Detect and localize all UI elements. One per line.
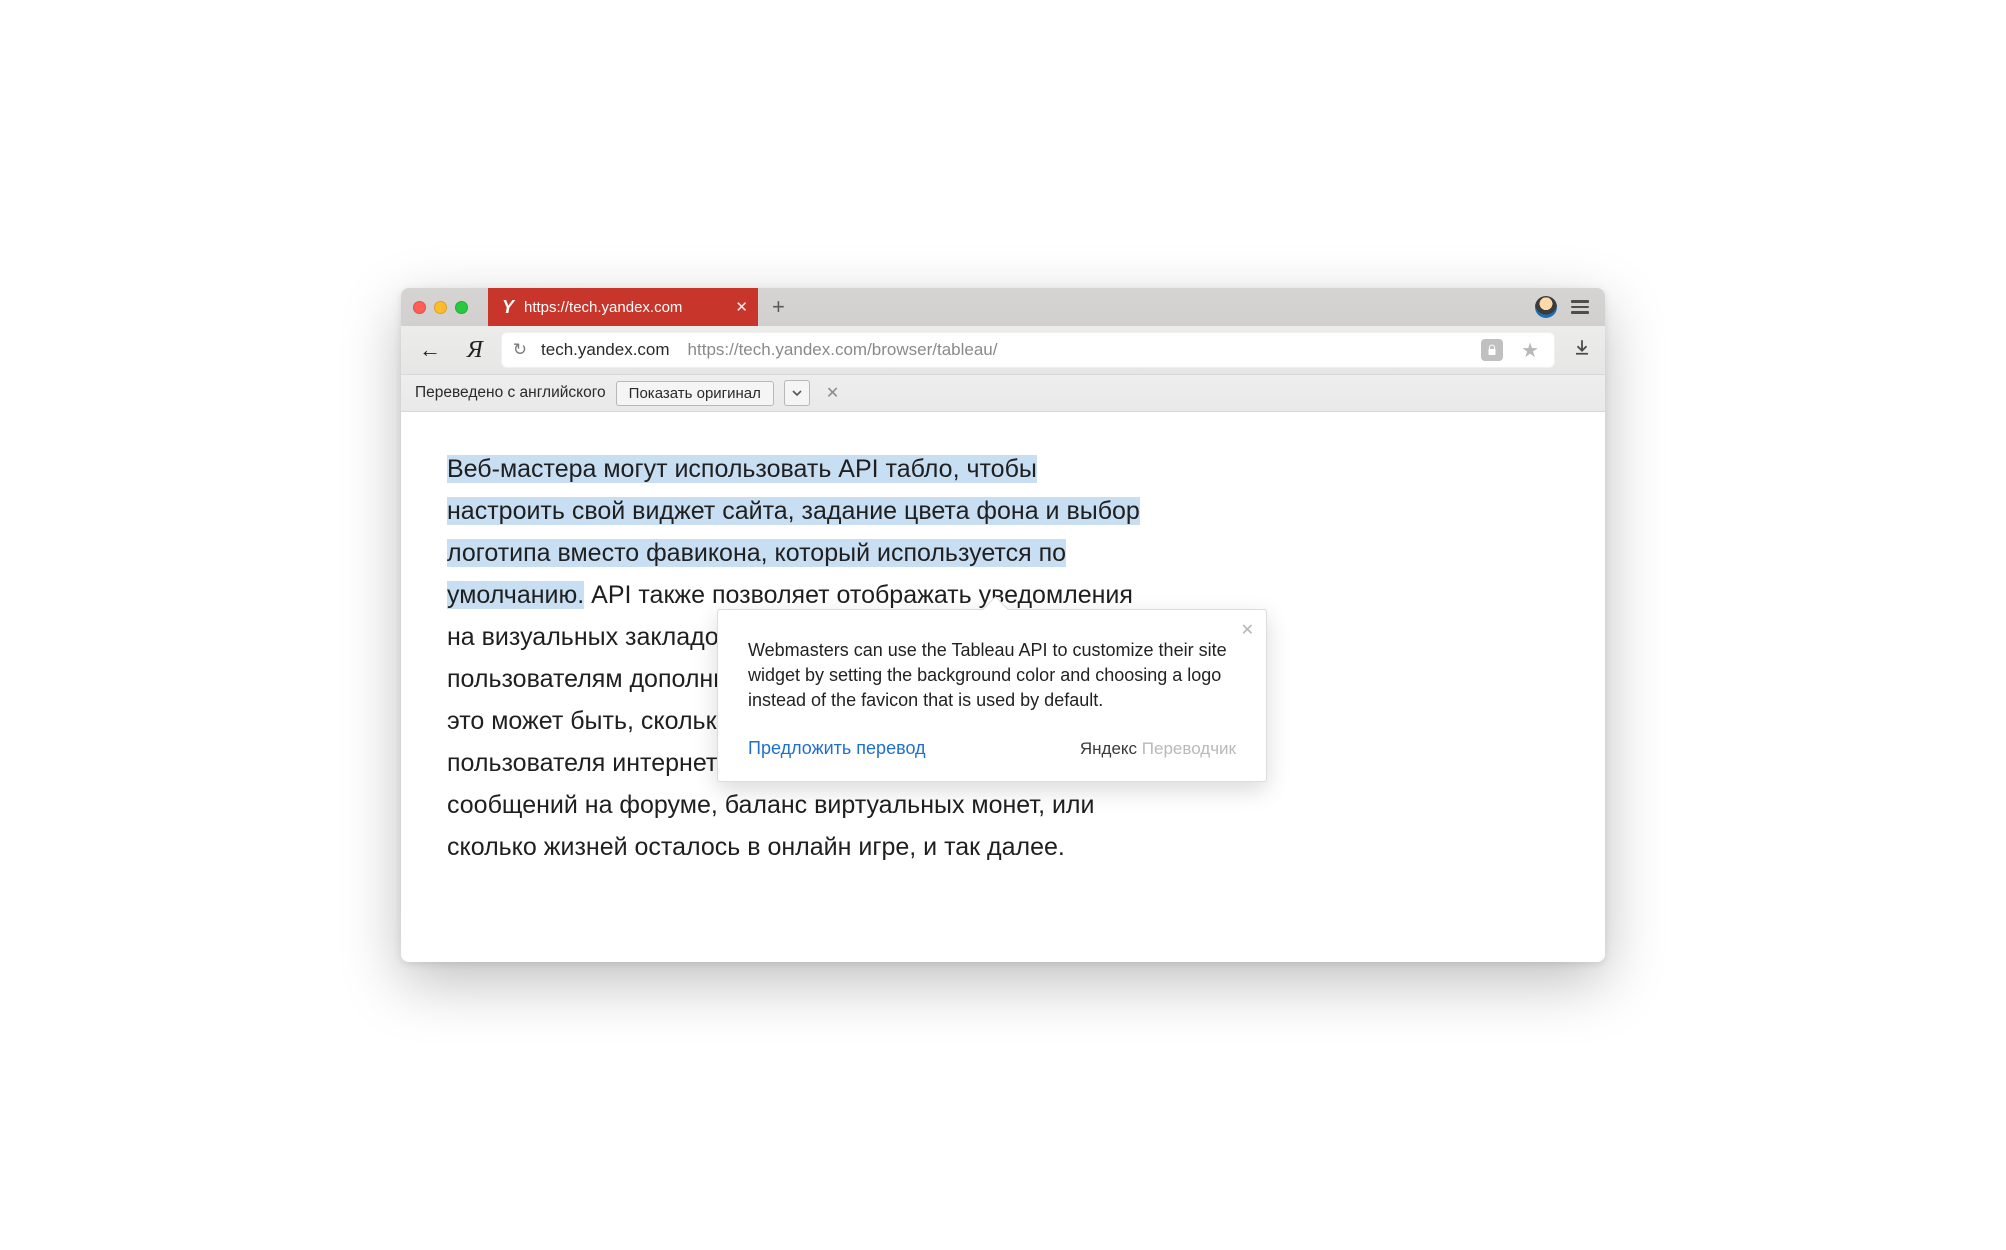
back-button[interactable]: ← <box>411 337 449 363</box>
tab-close-icon[interactable]: ✕ <box>735 298 748 316</box>
downloads-icon[interactable] <box>1569 338 1595 362</box>
lock-icon[interactable] <box>1481 339 1503 361</box>
popup-brand: Яндекс Переводчик <box>1080 739 1236 759</box>
profile-avatar[interactable] <box>1535 296 1557 318</box>
window-close-button[interactable] <box>413 301 426 314</box>
tab-title: https://tech.yandex.com <box>524 299 729 316</box>
reload-icon[interactable]: ↻ <box>513 340 527 360</box>
popup-footer: Предложить перевод Яндекс Переводчик <box>748 738 1236 759</box>
address-bar[interactable]: ↻ tech.yandex.com https://tech.yandex.co… <box>501 332 1555 368</box>
page-content: Веб-мастера могут использовать API табло… <box>401 412 1605 962</box>
tab-bar: Y https://tech.yandex.com ✕ + <box>401 288 1605 326</box>
yandex-logo-icon[interactable]: Я <box>463 337 487 364</box>
translate-status-text: Переведено с английского <box>415 384 606 402</box>
translate-bar: Переведено с английского Показать оригин… <box>401 374 1605 412</box>
brand-product: Переводчик <box>1142 739 1236 758</box>
translation-popup: ✕ Webmasters can use the Tableau API to … <box>717 609 1267 782</box>
url-domain: tech.yandex.com <box>541 340 670 360</box>
brand-name: Яндекс <box>1080 739 1137 758</box>
browser-window: Y https://tech.yandex.com ✕ + ← Я ↻ tech… <box>401 288 1605 962</box>
tab-favicon: Y <box>502 297 516 318</box>
bookmark-star-icon[interactable]: ★ <box>1517 338 1543 363</box>
translate-options-dropdown[interactable] <box>784 380 810 406</box>
toolbar: ← Я ↻ tech.yandex.com https://tech.yande… <box>401 326 1605 374</box>
url-full: https://tech.yandex.com/browser/tableau/ <box>688 340 998 360</box>
popup-translation-text: Webmasters can use the Tableau API to cu… <box>748 638 1236 712</box>
show-original-button[interactable]: Показать оригинал <box>616 381 774 406</box>
translate-bar-close-icon[interactable]: ✕ <box>820 383 845 403</box>
window-maximize-button[interactable] <box>455 301 468 314</box>
popup-close-icon[interactable]: ✕ <box>1241 620 1254 640</box>
browser-tab-active[interactable]: Y https://tech.yandex.com ✕ <box>488 288 758 326</box>
suggest-translation-link[interactable]: Предложить перевод <box>748 738 926 759</box>
new-tab-button[interactable]: + <box>758 294 799 320</box>
window-minimize-button[interactable] <box>434 301 447 314</box>
menu-button[interactable] <box>1571 300 1589 314</box>
window-controls <box>413 301 468 314</box>
